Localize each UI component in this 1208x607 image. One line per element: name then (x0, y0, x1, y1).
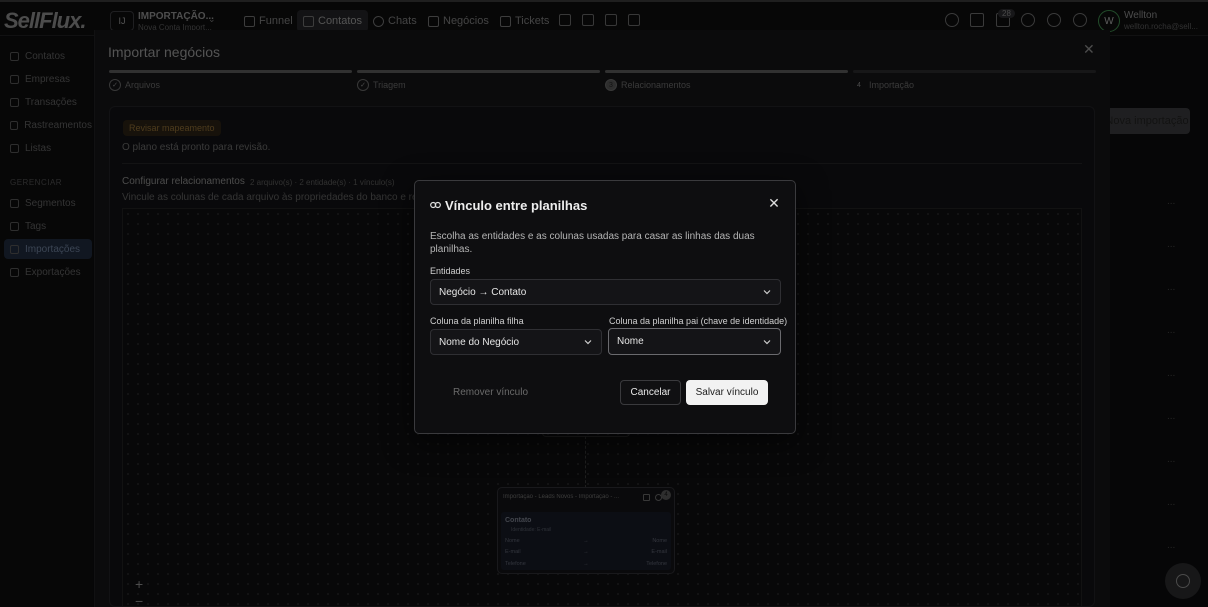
dialog-title: Vínculo entre planilhas (445, 198, 588, 213)
chevron-down-icon (584, 340, 592, 345)
chevron-down-icon (763, 339, 771, 344)
close-icon[interactable]: ✕ (766, 195, 782, 211)
parent-column-select-value: Nome (617, 336, 644, 347)
child-column-label: Coluna da planilha filha (430, 316, 524, 326)
link-icon (430, 201, 441, 209)
child-column-select[interactable]: Nome do Negócio (430, 329, 602, 355)
cancel-button[interactable]: Cancelar (620, 380, 681, 405)
entities-select[interactable]: Negócio → Contato (430, 279, 781, 305)
child-column-select-value: Nome do Negócio (439, 336, 520, 348)
chevron-down-icon (763, 290, 771, 295)
remove-link-button[interactable]: Remover vínculo (440, 380, 541, 404)
parent-column-select[interactable]: Nome (608, 328, 781, 355)
entities-label: Entidades (430, 266, 471, 276)
parent-column-label: Coluna da planilha pai (chave de identid… (609, 316, 788, 326)
save-link-button[interactable]: Salvar vínculo (686, 380, 768, 405)
dialog-description: Escolha as entidades e as colunas usadas… (430, 231, 755, 255)
entities-select-value: Negócio → Contato (439, 286, 527, 298)
